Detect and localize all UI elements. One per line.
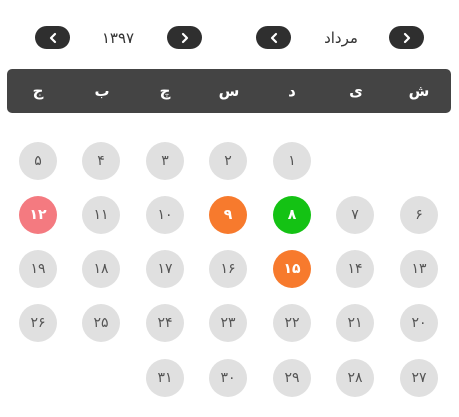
month-label: مرداد bbox=[324, 29, 358, 47]
weekday-tuesday: س bbox=[218, 82, 240, 100]
day-cell[interactable]: ۳۰ bbox=[209, 359, 247, 397]
day-cell[interactable]: ۲۴ bbox=[146, 304, 184, 342]
day-cell[interactable]: ۲۲ bbox=[273, 304, 311, 342]
day-cell[interactable]: ۱۴ bbox=[336, 250, 374, 288]
chevron-right-icon bbox=[181, 32, 188, 43]
next-month-button[interactable] bbox=[389, 26, 424, 49]
day-cell[interactable]: ۲۸ bbox=[336, 359, 374, 397]
weekday-friday: ج bbox=[32, 82, 44, 100]
day-cell[interactable]: ۱ bbox=[273, 142, 311, 180]
day-cell[interactable]: ۷ bbox=[336, 196, 374, 234]
chevron-left-icon bbox=[270, 32, 277, 43]
day-cell[interactable]: ۵ bbox=[19, 142, 57, 180]
next-year-button[interactable] bbox=[167, 26, 202, 49]
prev-month-button[interactable] bbox=[256, 26, 291, 49]
day-cell[interactable]: ۲۳ bbox=[209, 304, 247, 342]
day-cell[interactable]: ۲۹ bbox=[273, 359, 311, 397]
day-cell[interactable]: ۱۱ bbox=[82, 196, 120, 234]
weekday-header: ش ی د س چ ب ج bbox=[7, 69, 451, 113]
day-cell[interactable]: ۴ bbox=[82, 142, 120, 180]
day-cell[interactable]: ۱۸ bbox=[82, 250, 120, 288]
day-cell[interactable]: ۲ bbox=[209, 142, 247, 180]
day-cell[interactable]: ۱۲ bbox=[19, 196, 57, 234]
day-cell[interactable]: ۶ bbox=[400, 196, 438, 234]
calendar-header: ۱۳۹۷ مرداد bbox=[0, 26, 459, 50]
weekday-wednesday: چ bbox=[159, 82, 171, 100]
day-cell[interactable]: ۱۹ bbox=[19, 250, 57, 288]
weekday-monday: د bbox=[288, 82, 296, 100]
day-cell[interactable]: ۸ bbox=[273, 196, 311, 234]
day-cell[interactable]: ۱۷ bbox=[146, 250, 184, 288]
weekday-sunday: ی bbox=[349, 82, 363, 100]
year-label: ۱۳۹۷ bbox=[101, 29, 135, 47]
prev-year-button[interactable] bbox=[35, 26, 70, 49]
day-cell[interactable]: ۳ bbox=[146, 142, 184, 180]
day-cell[interactable]: ۲۷ bbox=[400, 359, 438, 397]
weekday-thursday: ب bbox=[94, 82, 110, 100]
weekday-saturday: ش bbox=[408, 82, 430, 100]
chevron-left-icon bbox=[49, 32, 56, 43]
day-cell[interactable]: ۱۵ bbox=[273, 250, 311, 288]
day-cell[interactable]: ۹ bbox=[209, 196, 247, 234]
day-cell[interactable]: ۲۰ bbox=[400, 304, 438, 342]
day-cell[interactable]: ۱۰ bbox=[146, 196, 184, 234]
day-cell[interactable]: ۲۶ bbox=[19, 304, 57, 342]
day-cell[interactable]: ۲۱ bbox=[336, 304, 374, 342]
day-cell[interactable]: ۲۵ bbox=[82, 304, 120, 342]
day-cell[interactable]: ۳۱ bbox=[146, 359, 184, 397]
chevron-right-icon bbox=[403, 32, 410, 43]
day-cell[interactable]: ۱۶ bbox=[209, 250, 247, 288]
day-cell[interactable]: ۱۳ bbox=[400, 250, 438, 288]
